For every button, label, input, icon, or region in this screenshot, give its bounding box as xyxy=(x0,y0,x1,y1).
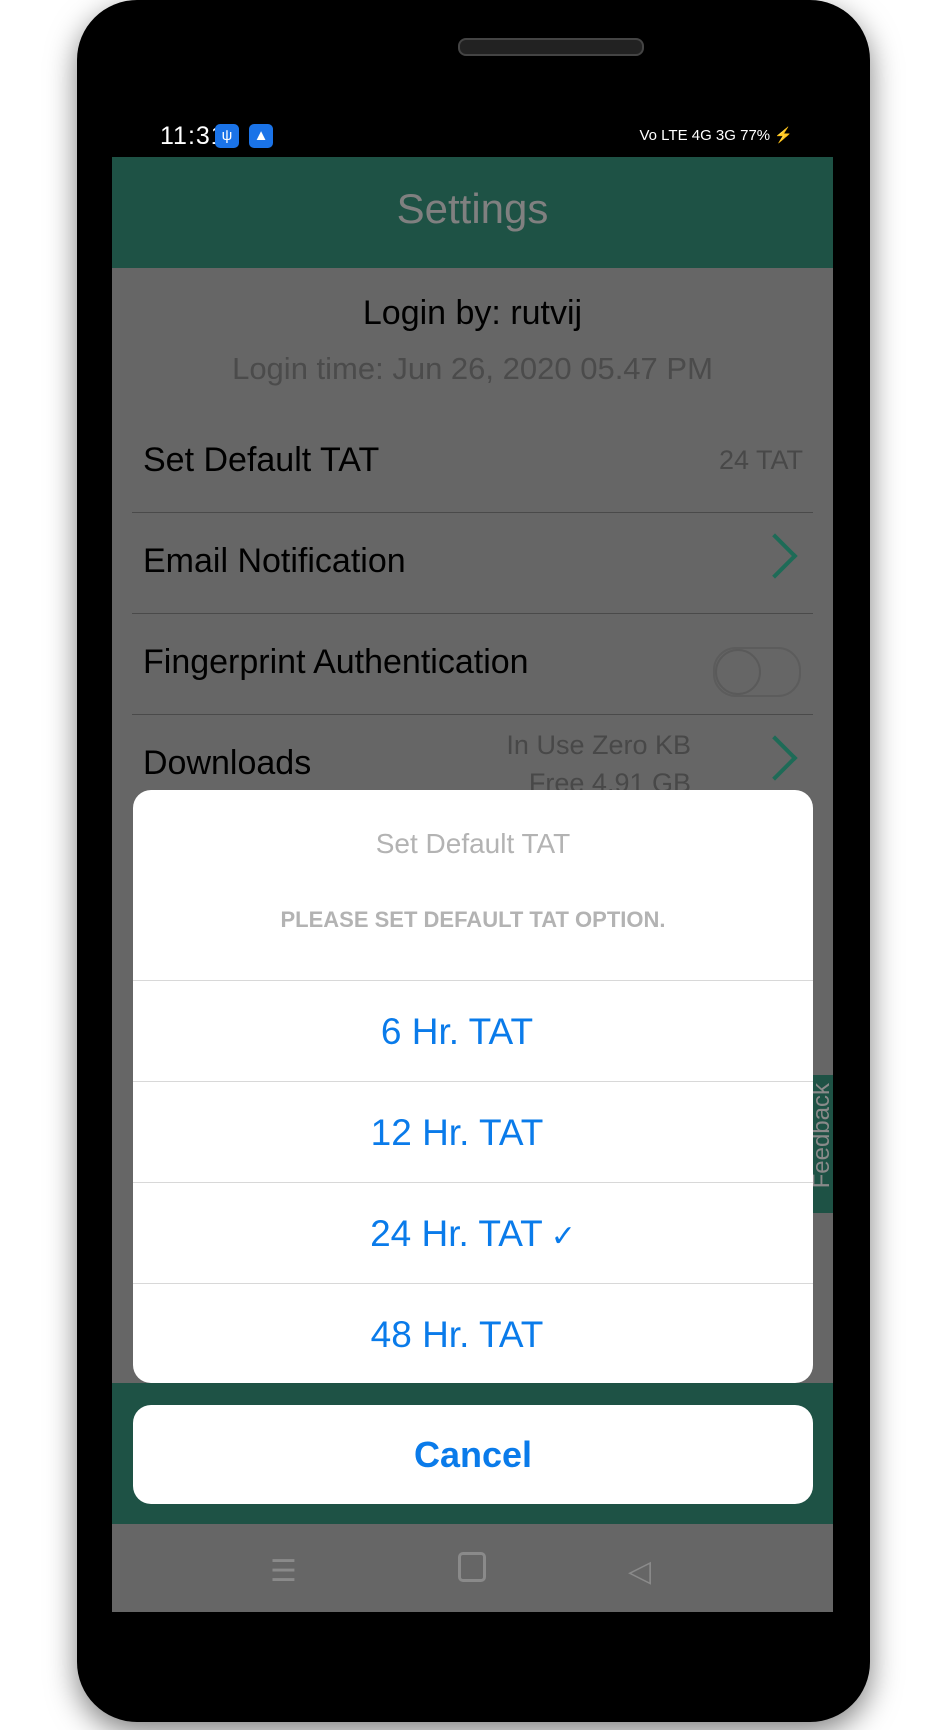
feedback-tab[interactable]: Feedback xyxy=(813,1075,833,1213)
chevron-right-icon xyxy=(752,533,798,579)
downloads-in-use: In Use Zero KB xyxy=(506,730,691,760)
setting-label: Fingerprint Authentication xyxy=(143,643,529,681)
charging-icon: ⚡ xyxy=(774,127,793,144)
menu-icon[interactable]: ☰ xyxy=(270,1554,297,1589)
status-bar: 11:31 ψ ▲ Vo LTE 4G 3G 77% ⚡ xyxy=(112,118,833,158)
option-label: 48 Hr. TAT xyxy=(370,1314,544,1355)
setting-fingerprint: Fingerprint Authentication xyxy=(132,613,813,715)
feedback-label: Feedback xyxy=(813,1083,833,1189)
setting-value: 24 TAT xyxy=(718,445,803,475)
dialog-title: Set Default TAT xyxy=(375,828,571,859)
usb-icon: ψ xyxy=(215,124,239,148)
fingerprint-toggle[interactable] xyxy=(713,647,801,697)
status-indicators: Vo LTE 4G 3G 77% ⚡ xyxy=(639,126,793,144)
setting-label: Downloads xyxy=(143,744,312,782)
option-48hr[interactable]: 48 Hr. TAT xyxy=(133,1283,813,1383)
cancel-button[interactable]: Cancel xyxy=(133,1405,813,1504)
app-header: Settings xyxy=(112,157,833,268)
checkmark-icon: ✓ xyxy=(550,1220,576,1253)
dialog-message: PLEASE SET DEFAULT TAT OPTION. xyxy=(280,907,666,932)
option-6hr[interactable]: 6 Hr. TAT xyxy=(133,980,813,1082)
network-icon: Vo LTE 4G 3G xyxy=(639,127,736,144)
option-12hr[interactable]: 12 Hr. TAT xyxy=(133,1081,813,1183)
setting-default-tat[interactable]: Set Default TAT 24 TAT xyxy=(132,411,813,513)
system-nav-bar: ☰ ◁ xyxy=(112,1524,833,1612)
android-icon: ▲ xyxy=(249,124,273,148)
speaker-grille xyxy=(458,38,644,56)
option-24hr[interactable]: 24 Hr. TAT ✓ xyxy=(133,1182,813,1284)
chevron-right-icon xyxy=(752,735,798,781)
back-icon[interactable]: ◁ xyxy=(628,1554,651,1589)
option-label: 12 Hr. TAT xyxy=(370,1112,544,1153)
option-label: 6 Hr. TAT xyxy=(380,1011,534,1052)
toggle-knob xyxy=(715,649,761,695)
login-user: Login by: rutvij xyxy=(362,294,583,332)
battery-level: 77% xyxy=(740,127,771,144)
setting-label: Email Notification xyxy=(143,542,406,580)
tat-action-sheet: Set Default TAT PLEASE SET DEFAULT TAT O… xyxy=(133,790,813,1383)
home-icon[interactable] xyxy=(458,1552,486,1582)
app-screen: Settings Login by: rutvij Login time: Ju… xyxy=(112,157,833,1612)
login-time: Login time: Jun 26, 2020 05.47 PM xyxy=(232,351,713,386)
setting-email-notification[interactable]: Email Notification xyxy=(132,512,813,614)
setting-label: Set Default TAT xyxy=(143,441,380,479)
page-title: Settings xyxy=(396,185,549,232)
option-label: 24 Hr. TAT xyxy=(370,1213,543,1254)
